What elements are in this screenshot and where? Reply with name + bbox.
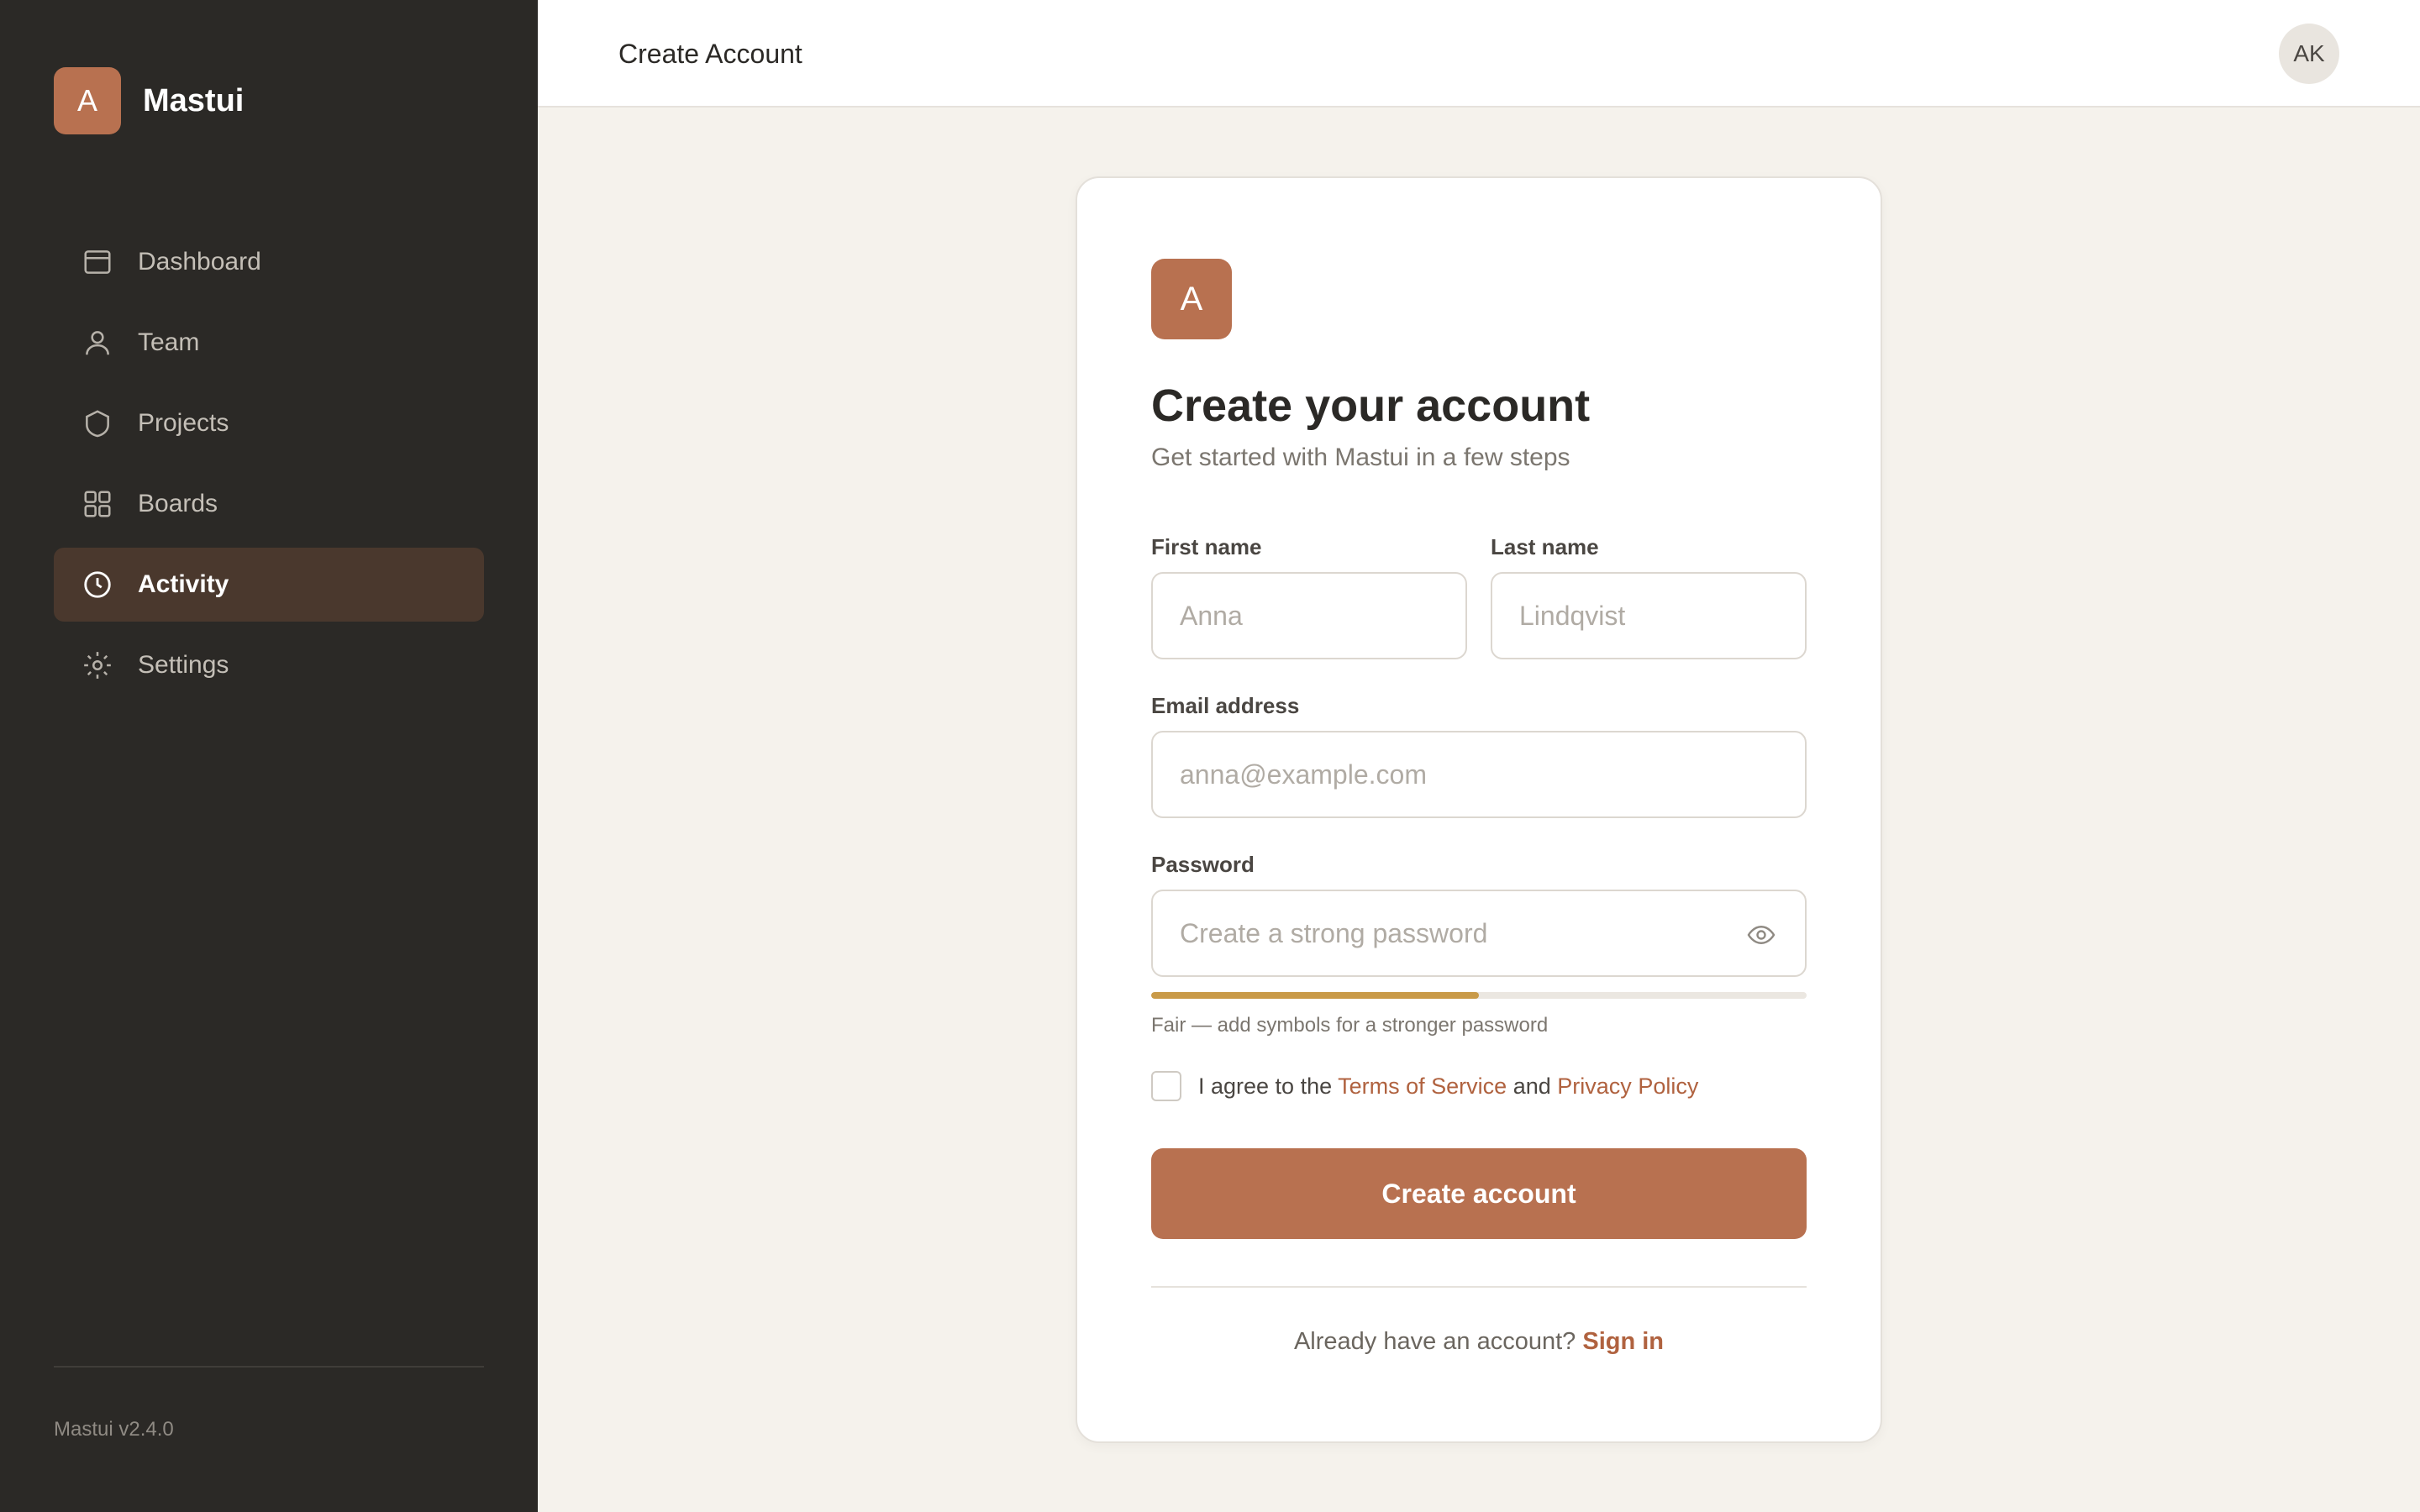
last-name-group: Last name Lindqvist	[1491, 534, 1807, 659]
sidebar-item-label: Boards	[138, 490, 218, 517]
password-group: Password Create a strong password Fair —…	[1151, 852, 1807, 1037]
terms-text: I agree to the Terms of Service and Priv…	[1198, 1074, 1698, 1100]
card-divider	[1151, 1286, 1807, 1288]
first-name-group: First name Anna	[1151, 534, 1467, 659]
sidebar-item-label: Dashboard	[138, 248, 261, 276]
signin-prompt-text: Already have an account?	[1293, 1328, 1576, 1355]
last-name-placeholder: Lindqvist	[1519, 600, 1626, 631]
sidebar-item-projects[interactable]: Projects	[54, 386, 484, 460]
sidebar-item-team[interactable]: Team	[54, 306, 484, 380]
password-placeholder: Create a strong password	[1180, 917, 1488, 948]
password-label: Password	[1151, 852, 1255, 877]
sidebar-nav: Dashboard Team Projects Boards Activity …	[54, 225, 484, 709]
card-logo: A	[1151, 259, 1232, 339]
last-name-label: Last name	[1491, 534, 1599, 559]
sidebar-item-label: Activity	[138, 570, 229, 598]
shield-icon	[81, 407, 114, 440]
sidebar-item-dashboard[interactable]: Dashboard	[54, 225, 484, 299]
password-strength-fill	[1151, 992, 1479, 999]
terms-prefix: I agree to the	[1198, 1073, 1333, 1099]
user-icon	[81, 326, 114, 360]
avatar[interactable]: AK	[2279, 24, 2339, 84]
app-root: A Mastui Dashboard Team Projects Boards …	[0, 0, 2420, 1512]
top-bar: Create Account AK	[538, 0, 2420, 108]
form-subtitle: Get started with Mastui in a few steps	[1151, 444, 1570, 471]
email-group: Email address anna@example.com	[1151, 693, 1807, 818]
signup-form: A Create your account Get started with M…	[1151, 259, 1807, 1356]
create-account-button[interactable]: Create account	[1151, 1148, 1807, 1239]
sidebar-item-label: Team	[138, 328, 200, 356]
signin-link[interactable]: Sign in	[1582, 1328, 1664, 1355]
signup-card: A Create your account Get started with M…	[1076, 176, 1882, 1443]
gear-icon	[81, 648, 114, 682]
email-field[interactable]: anna@example.com	[1151, 731, 1807, 818]
terms-of-service-link[interactable]: Terms of Service	[1338, 1074, 1507, 1099]
signin-prompt: Already have an account? Sign in	[1151, 1328, 1807, 1356]
privacy-policy-link[interactable]: Privacy Policy	[1557, 1074, 1698, 1099]
sidebar-item-boards[interactable]: Boards	[54, 467, 484, 541]
email-label: Email address	[1151, 693, 1300, 718]
clock-icon	[81, 568, 114, 601]
first-name-field[interactable]: Anna	[1151, 572, 1467, 659]
email-placeholder: anna@example.com	[1180, 759, 1427, 790]
dashboard-icon	[81, 245, 114, 279]
app-version: Mastui v2.4.0	[54, 1418, 174, 1441]
sidebar-item-label: Projects	[138, 409, 229, 437]
sidebar-item-label: Settings	[138, 651, 229, 679]
terms-agreement: I agree to the Terms of Service and Priv…	[1151, 1071, 1807, 1101]
form-title: Create your account	[1151, 381, 1591, 431]
first-name-label: First name	[1151, 534, 1262, 559]
brand-name: Mastui	[143, 82, 245, 118]
page-title: Create Account	[618, 39, 802, 69]
password-strength-text: Fair — add symbols for a stronger passwo…	[1151, 1014, 1549, 1037]
sidebar-item-activity[interactable]: Activity	[54, 548, 484, 622]
name-row: First name Anna Last name Lindqvist	[1151, 534, 1807, 659]
terms-and: and	[1512, 1073, 1551, 1099]
sidebar-item-settings[interactable]: Settings	[54, 628, 484, 702]
brand[interactable]: A Mastui	[54, 67, 244, 134]
terms-checkbox[interactable]	[1151, 1071, 1181, 1101]
eye-icon[interactable]	[1744, 920, 1778, 950]
first-name-placeholder: Anna	[1180, 600, 1243, 631]
brand-logo: A	[54, 67, 121, 134]
password-field[interactable]: Create a strong password	[1151, 890, 1807, 977]
password-strength-meter	[1151, 992, 1807, 999]
sidebar: A Mastui Dashboard Team Projects Boards …	[0, 0, 538, 1512]
grid-icon	[81, 487, 114, 521]
sidebar-divider	[54, 1366, 484, 1368]
last-name-field[interactable]: Lindqvist	[1491, 572, 1807, 659]
